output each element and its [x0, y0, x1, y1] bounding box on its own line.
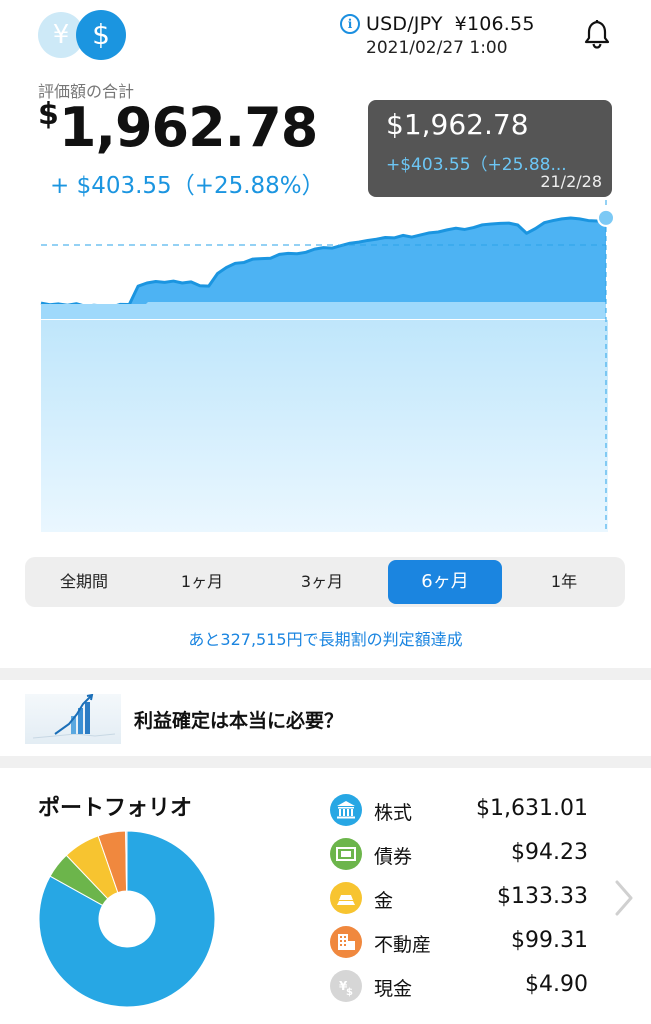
gold-icon: [330, 882, 362, 914]
fx-rate-value: ¥106.55: [454, 13, 535, 35]
svg-text:$: $: [346, 987, 353, 998]
tooltip-value: $1,962.78: [386, 108, 529, 141]
portfolio-value: $1,631.01: [476, 796, 588, 821]
portfolio-label: 不動産: [374, 934, 432, 956]
fx-pair-label: USD/JPY: [366, 13, 443, 35]
section-divider: [0, 756, 651, 768]
portfolio-row-bonds[interactable]: 債券 $94.23: [330, 836, 590, 872]
portfolio-row-real-estate[interactable]: 不動産 $99.31: [330, 924, 590, 960]
chart-principal-area: [41, 302, 606, 319]
portfolio-label: 現金: [374, 978, 413, 1000]
section-divider: [0, 668, 651, 680]
portfolio-value: $4.90: [525, 972, 588, 997]
period-tabs: 全期間 1ヶ月 3ヶ月 6ヶ月 1年: [25, 557, 625, 607]
article-thumbnail[interactable]: [25, 694, 121, 744]
fx-datetime: 2021/02/27 1:00: [366, 38, 508, 58]
tab-1-year[interactable]: 1年: [507, 560, 621, 604]
chart-cursor-point[interactable]: [597, 208, 615, 227]
tab-1-month[interactable]: 1ヶ月: [145, 560, 259, 604]
chart-area: [41, 217, 606, 308]
tab-all-period[interactable]: 全期間: [27, 560, 141, 604]
info-icon[interactable]: i: [340, 14, 360, 34]
chevron-right-icon[interactable]: [612, 878, 636, 918]
portfolio-value: $133.33: [497, 884, 588, 909]
long-term-discount-note[interactable]: あと327,515円で長期割の判定額達成: [0, 626, 651, 650]
total-change: + $403.55（+25.88%）: [50, 173, 325, 199]
portfolio-row-stocks[interactable]: 株式 $1,631.01: [330, 792, 590, 828]
tab-6-months[interactable]: 6ヶ月: [388, 560, 502, 604]
portfolio-value: $94.23: [511, 840, 588, 865]
usd-currency-icon[interactable]: $: [76, 10, 126, 60]
bond-icon: [330, 838, 362, 870]
portfolio-value: $99.31: [511, 928, 588, 953]
article-title[interactable]: 利益確定は本当に必要？: [134, 706, 343, 733]
bell-icon[interactable]: [580, 16, 614, 50]
total-currency: $: [38, 97, 59, 132]
cash-icon: ¥ $: [330, 970, 362, 1002]
portfolio-title: ポートフォリオ: [38, 796, 193, 821]
chart-tooltip: $1,962.78 +$403.55（+25.88... 21/2/28: [368, 100, 612, 197]
chart-background-area: [41, 320, 608, 532]
building-icon: [330, 926, 362, 958]
chart-thumbnail-image: [32, 694, 116, 739]
portfolio-label: 株式: [374, 802, 413, 824]
portfolio-row-cash[interactable]: ¥ $ 現金 $4.90: [330, 968, 590, 1004]
portfolio-label: 金: [374, 890, 394, 912]
fx-rate-row[interactable]: i USD/JPY ¥106.55: [340, 11, 535, 37]
tooltip-date: 21/2/28: [540, 172, 602, 191]
total-value: $1,962.78: [38, 96, 318, 159]
portfolio-row-gold[interactable]: 金 $133.33: [330, 880, 590, 916]
tab-3-months[interactable]: 3ヶ月: [265, 560, 379, 604]
portfolio-donut-chart[interactable]: [38, 830, 216, 1008]
asset-chart[interactable]: [0, 200, 651, 545]
portfolio-label: 債券: [374, 846, 413, 868]
bank-icon: [330, 794, 362, 826]
total-amount: 1,962.78: [58, 96, 318, 159]
